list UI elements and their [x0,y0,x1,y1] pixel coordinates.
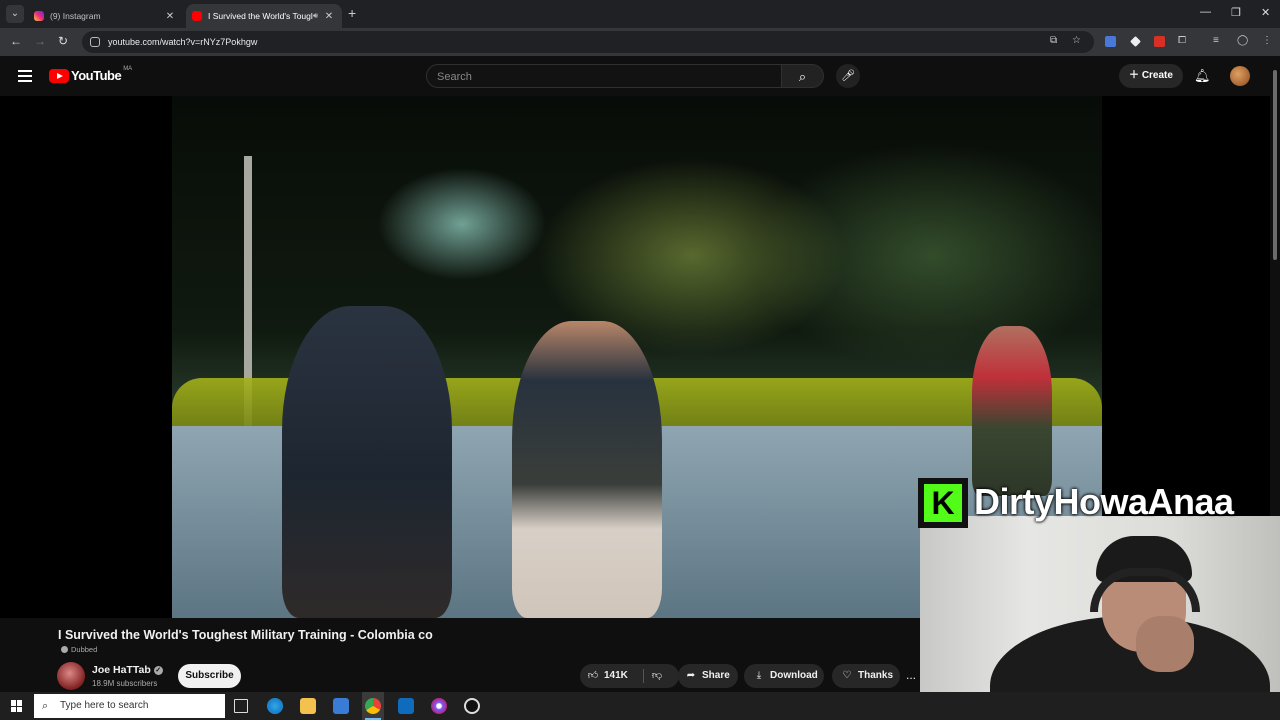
notifications-bell-icon[interactable]: 🔔︎ [1194,68,1211,84]
tab-instagram[interactable]: (9) Instagram ✕ [28,4,183,28]
video-person-left [282,306,452,618]
forward-icon[interactable]: → [34,34,46,48]
like-divider [643,669,644,683]
thanks-heart-dollar-icon: ♡ [842,670,852,681]
address-bar[interactable]: youtube.com/watch?v=rNYz7Pokhgw [82,31,1094,53]
streamer-webcam [920,516,1280,720]
menu-kebab-icon[interactable]: ⋮ [1262,35,1272,46]
download-label: Download [770,670,818,681]
search-input[interactable]: Search [426,64,782,88]
youtube-logo[interactable]: YouTube MA [49,66,133,83]
task-view-icon[interactable] [234,699,248,713]
thanks-label: Thanks [858,670,894,681]
minimize-icon[interactable]: — [1200,6,1211,18]
new-tab-icon[interactable]: + [348,5,356,21]
share-arrow-icon: ➦ [686,670,696,681]
tab-youtube[interactable]: I Survived the World's Tougl 🔊︎ ✕ [186,4,342,28]
extensions-puzzle-icon[interactable]: ⧠ [1178,35,1186,46]
dislike-button[interactable]: 👎︎ [650,664,668,688]
search-icon: ⌕ [798,69,807,84]
site-info-icon[interactable] [90,37,100,47]
profile-icon[interactable]: ◯ [1237,35,1248,46]
create-button[interactable]: ＋ Create [1119,64,1183,88]
file-explorer-icon[interactable] [300,698,316,714]
video-person-center [512,321,662,618]
translate-extension-icon[interactable] [1105,36,1116,47]
like-count: 141K [604,670,628,681]
subscriber-count: 18.9M subscribers [92,679,158,688]
window-close-icon[interactable]: ✕ [1261,6,1270,19]
reload-icon[interactable]: ↻ [58,34,68,48]
webcam-hand [1136,616,1194,672]
video-title: I Survived the World's Toughest Military… [58,628,433,642]
kick-letter: K [924,484,962,522]
chrome-icon[interactable] [365,698,381,714]
microsoft-store-icon[interactable] [333,698,349,714]
more-actions-button[interactable]: ... [906,664,920,688]
tab-title: (9) Instagram [50,11,101,21]
windows-start-icon[interactable] [11,700,23,712]
dubbed-label: Dubbed [71,645,98,654]
youtube-masthead: YouTube MA Search ⌕ 🎤︎ ＋ Create 🔔︎ [0,58,1270,96]
dubbed-badge: Dubbed [61,645,97,654]
close-icon[interactable]: ✕ [163,11,177,22]
dubbed-person-icon [61,646,68,653]
taskbar-search-input[interactable]: ⌕ Type here to search [34,694,225,718]
windows-taskbar: ⌕ Type here to search [0,692,1280,720]
verified-check-icon: ✓ [153,666,163,675]
youtube-play-icon [49,68,69,83]
address-text: youtube.com/watch?v=rNYz7Pokhgw [108,37,258,47]
restore-icon[interactable]: ❐ [1231,6,1241,19]
create-label: Create [1141,70,1173,81]
bookmark-star-icon[interactable]: ☆ [1072,35,1081,46]
share-button[interactable]: ➦ Share [678,664,738,688]
media-control-icon[interactable]: ≡ [1213,35,1219,46]
like-button[interactable]: 👍︎ 141K [586,664,628,688]
browser-tab-strip: ⌄ (9) Instagram ✕ I Survived the World's… [0,0,1280,28]
channel-name-text: Joe HaTTab [92,664,151,676]
country-code: MA [123,66,133,72]
app-icon[interactable] [431,698,447,714]
edge-icon[interactable] [267,698,283,714]
close-icon[interactable]: ✕ [322,11,336,22]
thumbs-down-icon: 👎︎ [651,670,663,681]
search-icon: ⌕ [42,700,49,712]
like-dislike-group: 👍︎ 141K 👎︎ [580,664,679,688]
youtube-wordmark: YouTube [71,68,122,83]
subscribe-button[interactable]: Subscribe [178,664,241,688]
diamond-extension-icon[interactable] [1130,36,1141,47]
kick-channel-banner: K DirtyHowaAnaa [918,478,1280,528]
youtube-icon [192,11,202,21]
instagram-icon [34,11,44,21]
channel-name[interactable]: Joe HaTTab ✓ [92,664,163,676]
share-label: Share [702,670,730,681]
pdf-extension-icon[interactable] [1154,36,1165,47]
plus-icon: ＋ [1129,70,1142,81]
back-icon[interactable]: ← [10,34,22,48]
outlook-icon[interactable] [398,698,414,714]
hamburger-menu-icon[interactable] [18,70,32,85]
download-button[interactable]: ⤓ Download [744,664,824,688]
thanks-button[interactable]: ♡ Thanks [832,664,900,688]
install-app-icon[interactable]: ⧉ [1050,35,1057,46]
thumbs-up-icon: 👍︎ [587,670,599,681]
taskbar-search-placeholder: Type here to search [60,700,149,711]
search-button[interactable]: ⌕ [782,64,824,88]
speaker-icon[interactable]: 🔊︎ [313,11,318,21]
tab-search-icon[interactable]: ⌄ [6,5,24,23]
download-icon: ⤓ [756,670,762,681]
user-avatar[interactable] [1230,66,1250,86]
tab-title: I Survived the World's Tougl [208,11,313,21]
overlay-channel-name: DirtyHowaAnaa [974,481,1234,522]
video-person-right [972,326,1052,496]
browser-toolbar: ← → ↻ youtube.com/watch?v=rNYz7Pokhgw ⧉ … [0,28,1280,56]
obs-icon[interactable] [464,698,480,714]
voice-search-mic-icon[interactable]: 🎤︎ [836,64,860,88]
channel-avatar[interactable] [57,662,85,690]
scrollbar-thumb[interactable] [1273,70,1277,260]
kick-logo-icon: K [918,478,968,528]
